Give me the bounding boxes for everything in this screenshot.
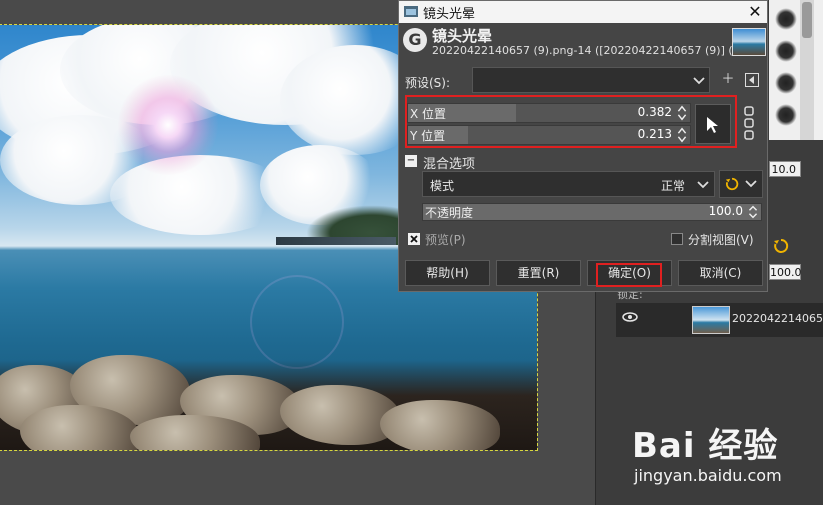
gimp-logo-icon: G <box>403 28 427 52</box>
opacity-value[interactable]: 100.0 <box>709 204 743 218</box>
lens-flare-dialog: 镜头光晕 ✕ G 镜头光晕 20220422140657 (9).png-14 … <box>398 0 768 292</box>
brushes-panel[interactable] <box>769 0 823 140</box>
opacity-label: 不透明度 <box>425 206 474 220</box>
reset-button[interactable]: 重置(R) <box>496 260 581 286</box>
baidu-url: jingyan.baidu.com <box>634 466 782 485</box>
split-view-checkbox[interactable] <box>671 233 683 245</box>
dialog-titlebar[interactable]: 镜头光晕 ✕ <box>399 1 767 23</box>
photo-pier <box>276 237 396 245</box>
chevron-down-icon <box>745 180 757 188</box>
layer-opacity-field[interactable]: 100.0 <box>769 264 802 280</box>
blend-section-header[interactable]: − 混合选项 <box>405 153 761 172</box>
filter-subtitle: 20220422140657 (9).png-14 ([202204221406… <box>432 44 744 57</box>
cancel-button[interactable]: 取消(C) <box>678 260 763 286</box>
lens-flare-ring <box>250 275 344 369</box>
layer-name[interactable]: 20220422140657 <box>732 312 823 325</box>
highlight-box-ok <box>596 263 662 287</box>
layer-thumbnail[interactable] <box>692 306 730 334</box>
brush-preview[interactable] <box>775 40 797 62</box>
close-button[interactable]: ✕ <box>743 1 767 23</box>
mode-combo[interactable]: 模式 正常 <box>422 171 715 197</box>
preset-combo[interactable] <box>472 67 710 93</box>
chain-icon[interactable] <box>744 105 754 141</box>
filter-title: 镜头光晕 <box>432 27 493 45</box>
lens-flare <box>118 75 218 175</box>
menu-icon[interactable] <box>745 73 759 87</box>
preset-label: 预设(S): <box>405 76 451 90</box>
brush-size-field[interactable]: 10.0 <box>769 161 801 177</box>
preview-checkbox[interactable] <box>408 233 420 245</box>
split-view-label[interactable]: 分割视图(V) <box>688 231 754 248</box>
reset-icon[interactable] <box>773 238 789 254</box>
baidu-watermark: Bai 经验 <box>632 426 779 466</box>
collapse-icon[interactable]: − <box>405 155 417 167</box>
add-preset-button[interactable]: ＋ <box>719 71 737 89</box>
gimp-app-icon <box>404 6 418 17</box>
window-title: 镜头光晕 <box>423 7 476 22</box>
blend-section-title: 混合选项 <box>423 157 476 172</box>
chevron-down-icon <box>697 181 709 189</box>
opacity-spinscale[interactable]: 不透明度 100.0 <box>422 203 762 221</box>
reset-icon <box>725 177 739 191</box>
preview-label[interactable]: 预览(P) <box>425 231 466 248</box>
highlight-box-position <box>405 95 737 148</box>
composite-mode-combo[interactable] <box>719 170 763 198</box>
eye-icon[interactable] <box>622 312 638 322</box>
spin-arrows-icon[interactable] <box>747 204 759 220</box>
mode-label: 模式 <box>430 179 455 193</box>
chevron-down-icon <box>693 77 705 85</box>
image-thumbnail <box>732 28 766 56</box>
brush-preview[interactable] <box>775 8 797 30</box>
help-button[interactable]: 帮助(H) <box>405 260 490 286</box>
brush-preview[interactable] <box>775 104 797 126</box>
scrollbar-thumb[interactable] <box>802 2 812 38</box>
mode-value: 正常 <box>661 179 686 193</box>
brush-preview[interactable] <box>775 72 797 94</box>
